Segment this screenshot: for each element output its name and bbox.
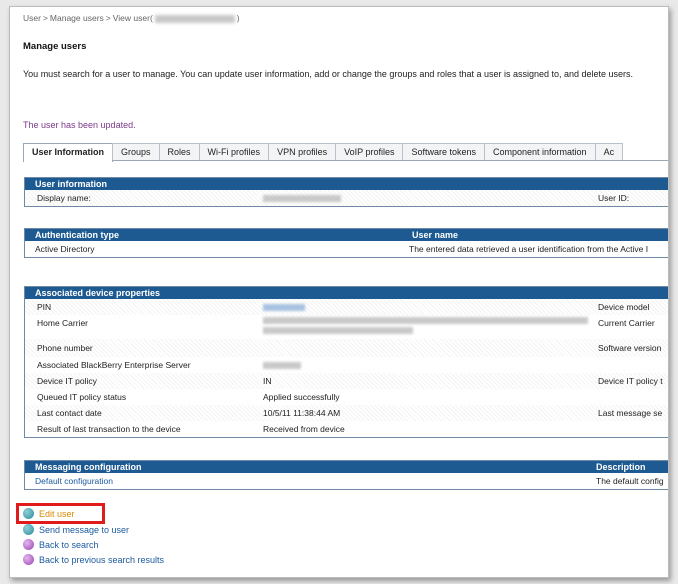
user-information-header: User information (25, 178, 668, 190)
device-row-it-policy: Device IT policy IN Device IT policy t (25, 373, 668, 389)
messaging-section: Messaging configuration Description Defa… (24, 460, 668, 490)
tab-bar: User Information Groups Roles Wi-Fi prof… (23, 143, 668, 162)
display-name-row: Display name: User ID: (25, 190, 668, 206)
status-message: The user has been updated. (23, 120, 136, 130)
device-model-label: Device model (598, 302, 650, 312)
last-transaction-value: Received from device (263, 424, 345, 434)
user-id-label: User ID: (598, 193, 630, 203)
back-to-search-icon (23, 539, 34, 551)
send-message-label: Send message to user (39, 525, 130, 535)
device-it-policy-label: Device IT policy (37, 376, 97, 386)
user-name-header: User name (412, 230, 459, 240)
tab-software-tokens[interactable]: Software tokens (402, 143, 486, 160)
tab-voip-profiles[interactable]: VoIP profiles (335, 143, 404, 160)
authentication-row: Active Directory The entered data retrie… (25, 241, 668, 257)
device-properties-section: Associated device properties PIN Device … (24, 286, 668, 438)
back-to-previous-icon (23, 554, 34, 566)
back-to-search-link[interactable]: Back to search (23, 538, 99, 552)
tab-roles[interactable]: Roles (158, 143, 200, 160)
device-row-bes: Associated BlackBerry Enterprise Server (25, 357, 668, 373)
pin-label: PIN (37, 302, 52, 312)
breadcrumb-manage-users[interactable]: Manage users (50, 13, 104, 23)
back-to-previous-results-link[interactable]: Back to previous search results (23, 553, 164, 567)
default-configuration-link[interactable]: Default configuration (35, 473, 113, 489)
breadcrumb: User > Manage users > View user() (23, 13, 240, 23)
user-information-section: User information Display name: User ID: (24, 177, 668, 207)
device-row-phone: Phone number Software version (25, 339, 668, 357)
authentication-type-value: Active Directory (35, 244, 95, 254)
tab-more[interactable]: Ac (594, 143, 624, 160)
device-it-policy-value: IN (263, 376, 272, 386)
page-frame: User > Manage users > View user() Manage use… (9, 6, 669, 578)
messaging-header: Messaging configuration Description (25, 461, 668, 473)
last-message-label: Last message se (598, 408, 663, 418)
back-to-previous-label: Back to previous search results (39, 555, 165, 565)
messaging-config-header: Messaging configuration (35, 462, 142, 472)
last-contact-label: Last contact date (37, 408, 102, 418)
messaging-row: Default configuration The default config (25, 473, 668, 489)
pin-value[interactable] (263, 299, 305, 315)
home-carrier-value (263, 315, 588, 335)
device-row-home-carrier: Home Carrier Current Carrier (25, 315, 668, 339)
home-carrier-label: Home Carrier (37, 318, 89, 328)
device-row-last-transaction: Result of last transaction to the device… (25, 421, 668, 437)
send-message-link[interactable]: Send message to user (23, 523, 129, 537)
queued-it-policy-label: Queued IT policy status (37, 392, 127, 402)
last-contact-value: 10/5/11 11:38:44 AM (263, 408, 341, 418)
bes-value (263, 357, 301, 373)
configuration-description: The default config (596, 476, 664, 486)
software-version-label: Software version (598, 343, 662, 353)
breadcrumb-view-user: View user (112, 13, 150, 23)
redacted-username (154, 14, 235, 23)
tab-vpn-profiles[interactable]: VPN profiles (268, 143, 337, 160)
breadcrumb-user[interactable]: User (23, 13, 41, 23)
device-properties-header: Associated device properties (25, 287, 668, 299)
authentication-type-header: Authentication type (35, 230, 120, 240)
highlight-box (16, 503, 105, 524)
authentication-section: Authentication type User name Active Dir… (24, 228, 668, 258)
user-name-value: The entered data retrieved a user identi… (409, 244, 649, 254)
device-row-queued-policy: Queued IT policy status Applied successf… (25, 389, 668, 405)
page-description: You must search for a user to manage. Yo… (23, 69, 634, 79)
device-row-last-contact: Last contact date 10/5/11 11:38:44 AM La… (25, 405, 668, 421)
current-carrier-label: Current Carrier (598, 318, 655, 328)
page-title: Manage users (23, 41, 87, 52)
display-name-label: Display name: (37, 193, 91, 203)
tab-wifi-profiles[interactable]: Wi-Fi profiles (198, 143, 270, 160)
tab-user-information[interactable]: User Information (23, 143, 114, 162)
tab-groups[interactable]: Groups (112, 143, 160, 160)
bes-label: Associated BlackBerry Enterprise Server (37, 360, 191, 370)
tab-component-information[interactable]: Component information (484, 143, 596, 160)
edit-user-link[interactable]: Edit user (16, 503, 105, 524)
description-header: Description (596, 462, 646, 472)
device-row-pin: PIN Device model (25, 299, 668, 315)
device-it-policy-right-label: Device IT policy t (598, 376, 663, 386)
send-message-icon (23, 524, 34, 536)
authentication-header: Authentication type User name (25, 229, 668, 241)
last-transaction-label: Result of last transaction to the device (37, 424, 181, 434)
phone-number-label: Phone number (37, 343, 93, 353)
queued-it-policy-value: Applied successfully (263, 392, 340, 402)
back-to-search-label: Back to search (39, 540, 99, 550)
display-name-value (263, 190, 341, 206)
